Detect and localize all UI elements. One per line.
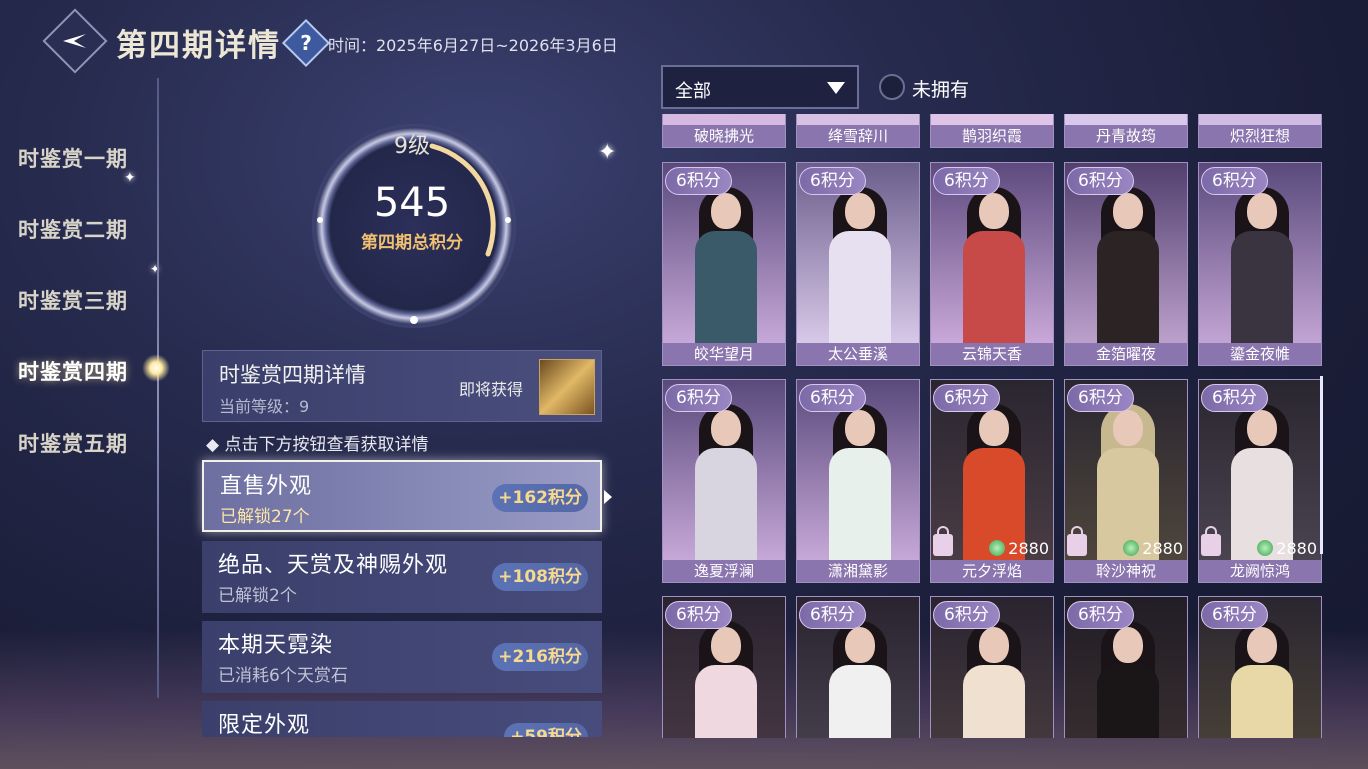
upcoming-label: 即将获得 xyxy=(459,380,524,399)
active-marker-icon xyxy=(142,354,170,382)
outfit-card[interactable]: 6积分 xyxy=(796,596,920,738)
price-label: 2880 xyxy=(1123,539,1183,558)
character-portrait xyxy=(825,621,895,738)
back-arrow-icon xyxy=(63,34,86,48)
category-limited[interactable]: 限定外观 +59积分 xyxy=(202,701,602,737)
character-portrait xyxy=(1093,621,1163,738)
outfit-card[interactable]: 6积分 xyxy=(1198,596,1322,738)
character-portrait xyxy=(959,187,1029,361)
outfit-card[interactable]: 炽烈狂想 xyxy=(1198,114,1322,148)
outfit-card[interactable]: 6积分 2880 元夕浮焰 xyxy=(930,379,1054,583)
outfit-card[interactable]: 6积分 2880 龙阙惊鸿 xyxy=(1198,379,1322,583)
character-portrait xyxy=(691,404,761,578)
category-premium[interactable]: 绝品、天赏及神赐外观 已解锁2个 +108积分 xyxy=(202,541,602,613)
outfit-card[interactable]: 6积分 鎏金夜帷 xyxy=(1198,162,1322,366)
outfit-card[interactable]: 6积分 逸夏浮澜 xyxy=(662,379,786,583)
period-info-panel[interactable]: 时鉴赏四期详情 当前等级：9 即将获得 xyxy=(202,350,602,422)
level-label: 9级 xyxy=(394,134,430,159)
outfit-card[interactable]: 绛雪辞川 xyxy=(796,114,920,148)
outfit-card[interactable]: 破晓拂光 xyxy=(662,114,786,148)
nav-item-period-2[interactable]: 时鉴赏二期 xyxy=(18,214,128,244)
character-portrait xyxy=(691,187,761,361)
outfit-grid[interactable]: 破晓拂光 绛雪辞川 鹊羽织霞 丹青故筠 炽烈狂想 6积分 皎华望月 6积分 太公… xyxy=(660,114,1324,738)
nav-item-period-5[interactable]: 时鉴赏五期 xyxy=(18,428,128,458)
jade-currency-icon xyxy=(989,540,1006,556)
reward-icon[interactable] xyxy=(539,359,595,415)
character-portrait xyxy=(1227,621,1297,738)
points-badge: +108积分 xyxy=(492,563,588,591)
time-range: 时间：2025年6月27日~2026年3月6日 xyxy=(328,36,618,55)
character-portrait xyxy=(825,187,895,361)
outfit-card[interactable]: 丹青故筠 xyxy=(1064,114,1188,148)
outfit-card[interactable]: 6积分 xyxy=(662,596,786,738)
period-info-title: 时鉴赏四期详情 xyxy=(219,363,366,387)
total-score: 545 xyxy=(373,180,451,226)
outfit-card[interactable]: 6积分 皎华望月 xyxy=(662,162,786,366)
lock-icon xyxy=(933,526,953,556)
hint-text: ◆ 点击下方按钮查看获取详情 xyxy=(206,435,429,455)
back-button[interactable] xyxy=(42,8,108,74)
outfit-card[interactable]: 6积分 潇湘黛影 xyxy=(796,379,920,583)
sparkle-icon: ✦ xyxy=(598,140,617,165)
grid-scrollbar[interactable] xyxy=(1320,376,1323,554)
total-score-label: 第四期总积分 xyxy=(361,233,463,253)
unowned-radio[interactable] xyxy=(879,74,905,100)
character-portrait xyxy=(959,621,1029,738)
price-label: 2880 xyxy=(1257,539,1317,558)
jade-currency-icon xyxy=(1257,540,1274,556)
current-level: 当前等级：9 xyxy=(219,397,310,416)
points-badge: +59积分 xyxy=(504,723,588,737)
lock-icon xyxy=(1067,526,1087,556)
outfit-card[interactable]: 6积分 xyxy=(930,596,1054,738)
outfit-card[interactable]: 6积分 金箔曜夜 xyxy=(1064,162,1188,366)
dropdown-arrow-icon xyxy=(827,82,845,94)
price-label: 2880 xyxy=(989,539,1049,558)
nav-item-period-3[interactable]: 时鉴赏三期 xyxy=(18,285,128,315)
nav-item-period-1[interactable]: 时鉴赏一期 xyxy=(18,143,128,173)
question-icon: ? xyxy=(300,31,312,55)
help-button[interactable]: ? xyxy=(281,18,331,68)
filter-dropdown[interactable]: 全部 xyxy=(661,65,859,109)
character-portrait xyxy=(825,404,895,578)
character-portrait xyxy=(1093,187,1163,361)
category-direct-sale[interactable]: 直售外观 已解锁27个 +162积分 xyxy=(202,460,602,532)
unowned-label: 未拥有 xyxy=(912,79,970,101)
nav-divider xyxy=(157,78,159,698)
lock-icon xyxy=(1201,526,1221,556)
category-dye[interactable]: 本期天霓染 已消耗6个天赏石 +216积分 xyxy=(202,621,602,693)
points-badge: +216积分 xyxy=(492,643,588,671)
outfit-card[interactable]: 鹊羽织霞 xyxy=(930,114,1054,148)
selected-arrow-icon xyxy=(604,490,612,504)
character-portrait xyxy=(1227,187,1297,361)
nav-item-period-4[interactable]: 时鉴赏四期 xyxy=(18,356,128,386)
outfit-card[interactable]: 6积分 太公垂溪 xyxy=(796,162,920,366)
outfit-card[interactable]: 6积分 2880 聆沙神祝 xyxy=(1064,379,1188,583)
page-title: 第四期详情 xyxy=(116,28,281,64)
jade-currency-icon xyxy=(1123,540,1140,556)
outfit-card[interactable]: 6积分 云锦天香 xyxy=(930,162,1054,366)
points-badge: +162积分 xyxy=(492,484,588,512)
character-portrait xyxy=(691,621,761,738)
outfit-card[interactable]: 6积分 xyxy=(1064,596,1188,738)
